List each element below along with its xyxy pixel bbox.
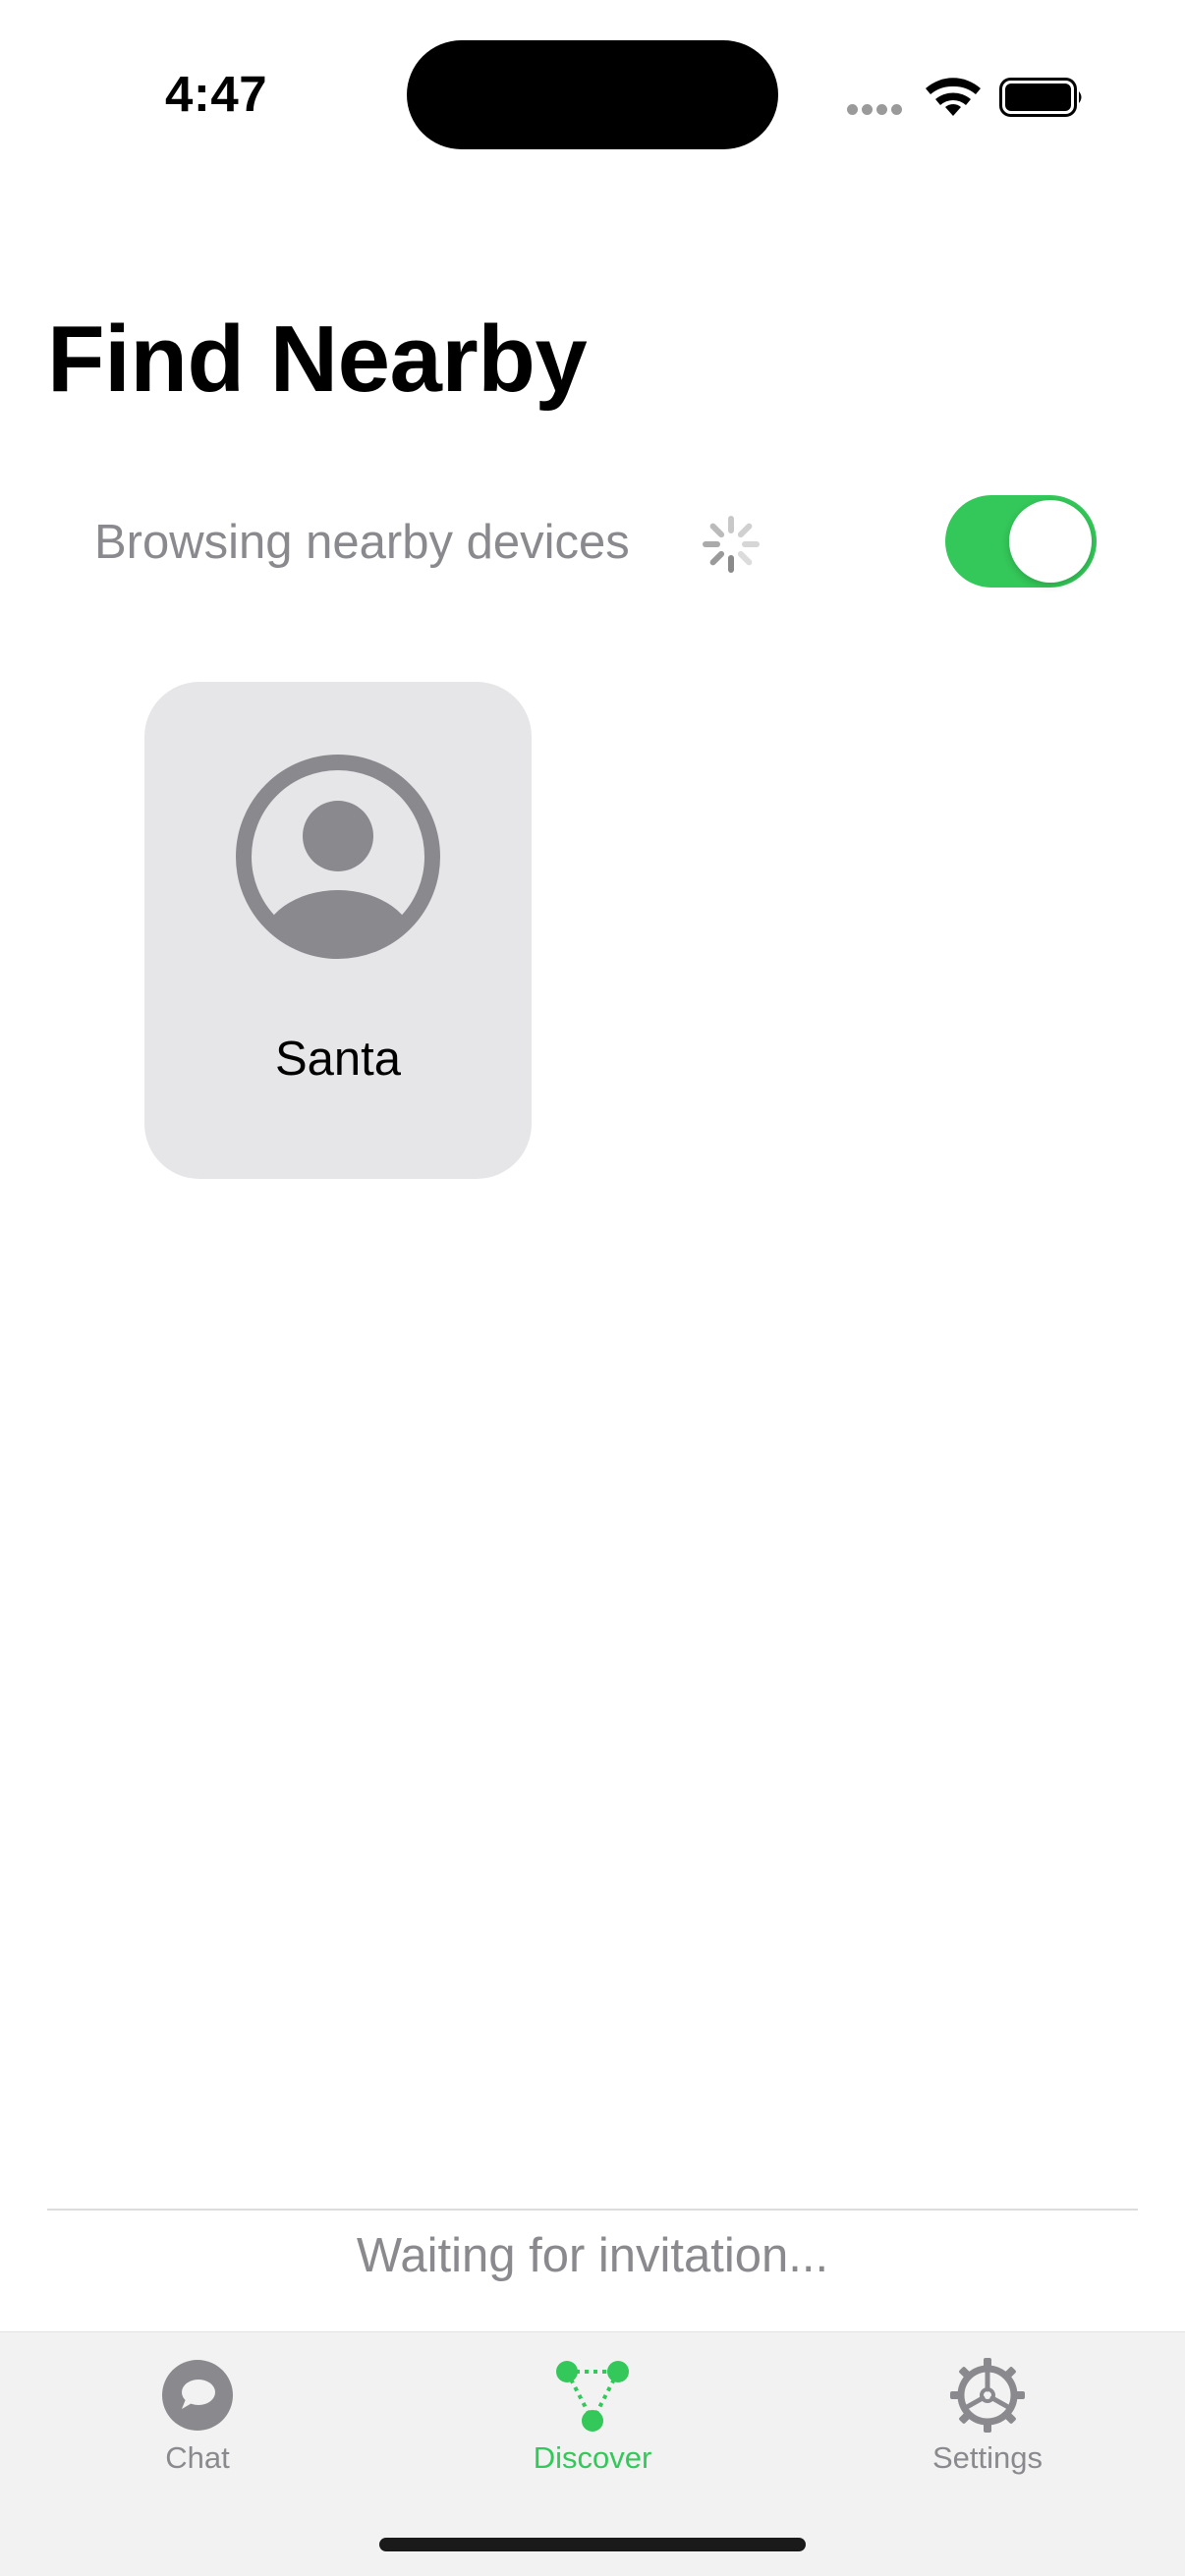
- browsing-toggle[interactable]: [945, 495, 1097, 588]
- tab-chat[interactable]: Chat: [0, 2332, 395, 2490]
- tab-discover[interactable]: Discover: [395, 2332, 790, 2490]
- toggle-knob: [1009, 500, 1092, 583]
- chat-bubble-icon: [162, 2360, 233, 2431]
- battery-icon: [999, 78, 1082, 117]
- tab-settings[interactable]: Settings: [790, 2332, 1185, 2490]
- invitation-status-text: Waiting for invitation...: [356, 2229, 829, 2282]
- peer-name: Santa: [274, 1033, 402, 1086]
- status-icons: [847, 71, 1083, 122]
- cellular-signal-icon: [847, 102, 906, 120]
- browsing-status-label: Browsing nearby devices: [94, 516, 630, 569]
- network-nodes-icon: [556, 2361, 629, 2432]
- tab-label-settings: Settings: [931, 2440, 1043, 2475]
- dynamic-island: [407, 40, 778, 149]
- divider: [47, 2209, 1138, 2211]
- wifi-icon: [926, 78, 981, 116]
- tab-label-discover: Discover: [533, 2440, 652, 2475]
- tab-label-chat: Chat: [165, 2440, 230, 2475]
- find-nearby-screen: 4:47 Find Nearby Browsing nearby devices: [0, 0, 1185, 2576]
- home-indicator[interactable]: [379, 2538, 806, 2551]
- peer-card[interactable]: Santa: [144, 682, 532, 1179]
- person-circle-icon: [236, 755, 440, 959]
- status-time: 4:47: [165, 66, 268, 122]
- page-title: Find Nearby: [47, 307, 588, 412]
- gear-icon: [950, 2358, 1025, 2433]
- spinner-icon: [703, 516, 760, 573]
